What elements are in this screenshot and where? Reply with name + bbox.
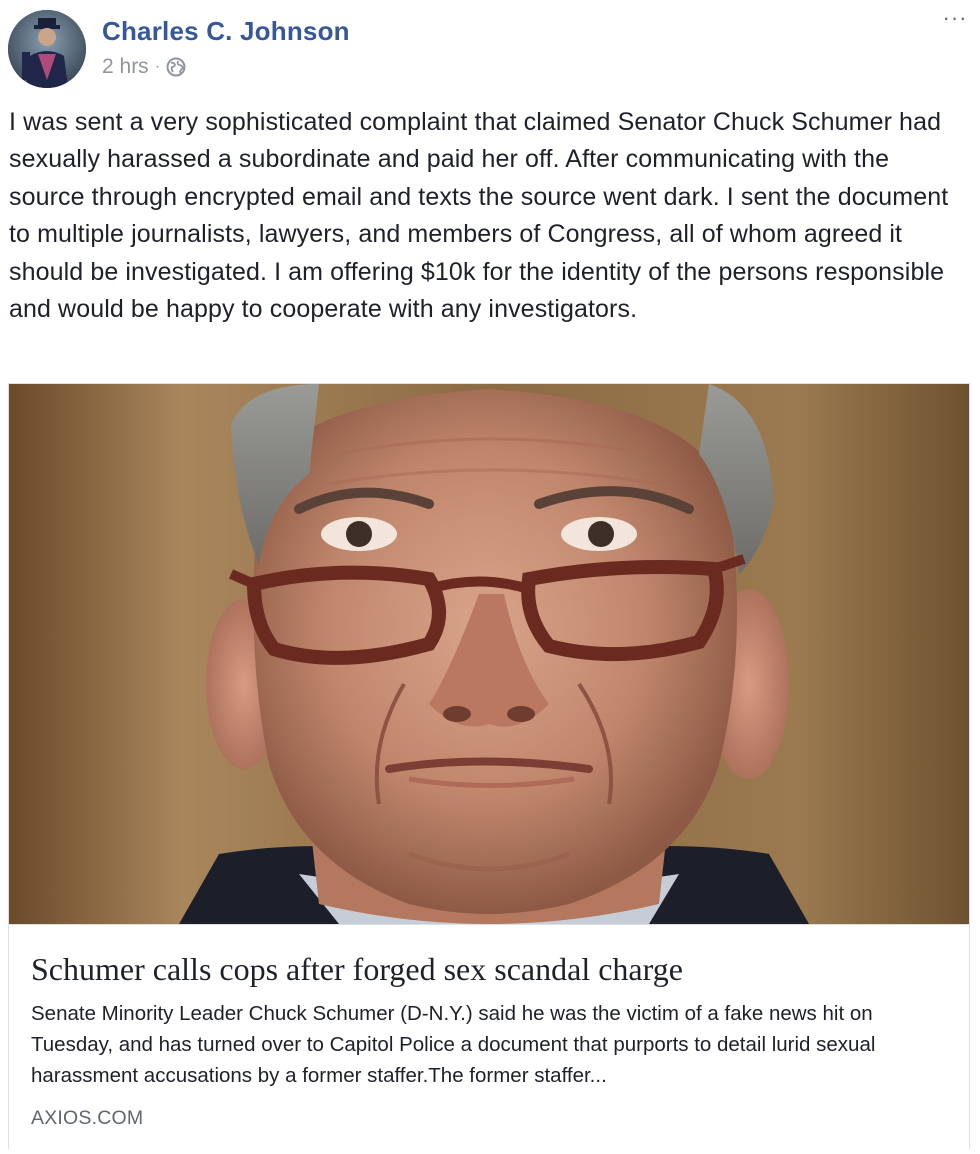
link-title[interactable]: Schumer calls cops after forged sex scan… — [31, 949, 683, 989]
post-meta: 2 hrs · — [102, 55, 186, 79]
avatar-image — [8, 10, 86, 88]
meta-separator: · — [154, 58, 161, 75]
link-preview-image[interactable] — [9, 384, 969, 924]
post-timestamp[interactable]: 2 hrs — [102, 55, 149, 79]
link-preview-card[interactable]: Schumer calls cops after forged sex scan… — [8, 383, 970, 1149]
author-name-link[interactable]: Charles C. Johnson — [102, 16, 350, 47]
link-description: Senate Minority Leader Chuck Schumer (D-… — [31, 1002, 876, 1087]
more-options-icon[interactable]: ··· — [940, 6, 970, 30]
link-preview-body[interactable]: Schumer calls cops after forged sex scan… — [9, 924, 969, 1149]
post-body-text: I was sent a very sophisticated complain… — [9, 108, 949, 324]
globe-icon[interactable] — [166, 57, 186, 77]
author-avatar[interactable] — [8, 10, 86, 88]
link-domain: AXIOS.COM — [31, 1107, 144, 1129]
facebook-post: Charles C. Johnson 2 hrs · ··· I was sen… — [0, 0, 980, 1154]
